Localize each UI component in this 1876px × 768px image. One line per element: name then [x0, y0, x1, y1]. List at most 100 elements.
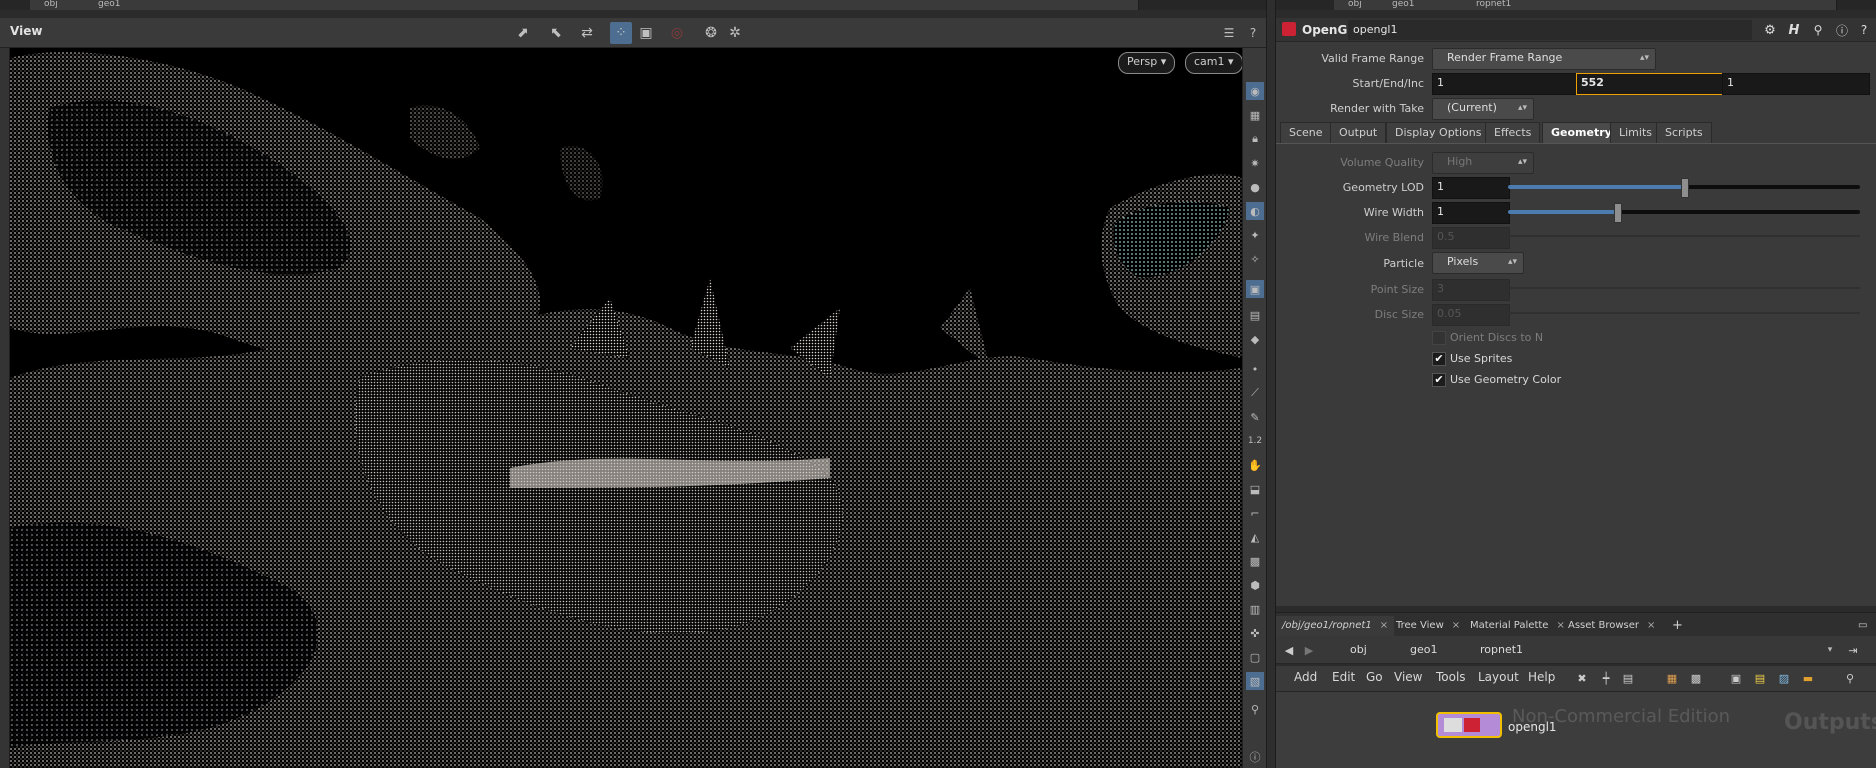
tab-ropnet-network[interactable]: /obj/geo1/ropnet1 ×: [1276, 616, 1395, 636]
tab-output[interactable]: Output: [1330, 122, 1387, 145]
transform-tool-icon[interactable]: ⇄: [576, 22, 598, 44]
image-icon[interactable]: ▨: [1776, 670, 1792, 686]
menu-view[interactable]: View: [1394, 670, 1422, 684]
pin-icon[interactable]: ⇥: [1846, 642, 1860, 658]
top-crumb-geo1-right[interactable]: geo1: [1378, 0, 1473, 10]
lock-icon[interactable]: 🔒︎: [1246, 130, 1264, 148]
folder-icon[interactable]: ▬: [1800, 670, 1816, 686]
menu-layout[interactable]: Layout: [1478, 670, 1519, 684]
crumb-geo1[interactable]: geo1: [1390, 641, 1437, 659]
render-with-take-menu[interactable]: (Current) ▴▾: [1432, 98, 1534, 120]
snapshot-icon[interactable]: ❂: [700, 22, 722, 44]
node-bypass-flag[interactable]: [1444, 718, 1462, 732]
node-name-field[interactable]: opengl1: [1348, 20, 1752, 40]
grid-icon[interactable]: ▩: [1246, 552, 1264, 570]
gear-icon[interactable]: ⚙: [1762, 22, 1778, 38]
point-icon[interactable]: •: [1246, 360, 1264, 378]
top-crumb-ropnet-right[interactable]: ropnet1: [1462, 0, 1837, 10]
add-tab-icon[interactable]: +: [1666, 616, 1689, 636]
stamp-icon[interactable]: ⬓: [1246, 480, 1264, 498]
disc-size-slider[interactable]: [1508, 312, 1860, 314]
edge-icon[interactable]: ⟋: [1246, 384, 1264, 402]
shading-icon[interactable]: ◐: [1246, 202, 1264, 220]
disc-size-field[interactable]: 0.05: [1432, 304, 1510, 326]
select-tool-icon[interactable]: ⬈: [512, 22, 534, 44]
wire-display-icon[interactable]: ▣: [635, 22, 657, 44]
pen-icon[interactable]: ✎: [1246, 408, 1264, 426]
close-icon[interactable]: ×: [1380, 620, 1388, 631]
color-palette-icon[interactable]: ▦: [1664, 670, 1680, 686]
pin-icon[interactable]: ⚲: [1246, 700, 1264, 718]
crumb-ropnet1[interactable]: ropnet1: [1460, 641, 1523, 659]
help-icon[interactable]: ?: [1856, 22, 1872, 38]
orient-discs-checkbox[interactable]: [1432, 331, 1446, 345]
record-icon[interactable]: ◎: [666, 22, 688, 44]
top-crumb-geo1[interactable]: geo1: [84, 0, 1139, 10]
slider-handle[interactable]: [1681, 178, 1689, 198]
point-size-field[interactable]: 3: [1432, 279, 1510, 301]
tab-scene[interactable]: Scene: [1280, 122, 1332, 145]
start-frame-field[interactable]: 1: [1432, 73, 1582, 95]
contour-icon[interactable]: ◭: [1246, 528, 1264, 546]
display-options-icon[interactable]: ▦: [1246, 106, 1264, 124]
close-icon[interactable]: ×: [1452, 620, 1460, 631]
tab-scripts[interactable]: Scripts: [1656, 122, 1712, 145]
wire-blend-slider[interactable]: [1508, 235, 1860, 237]
use-geometry-color-checkbox[interactable]: ✔: [1432, 373, 1446, 387]
info-icon[interactable]: ⓘ: [1246, 748, 1264, 766]
houdini-help-icon[interactable]: H: [1786, 22, 1802, 38]
particle-menu[interactable]: Pixels ▴▾: [1432, 252, 1524, 274]
pane-splitter[interactable]: [1266, 0, 1276, 768]
tab-tree-view[interactable]: Tree View ×: [1390, 616, 1466, 636]
use-sprites-checkbox[interactable]: ✔: [1432, 352, 1446, 366]
geometry-icon[interactable]: ◆: [1246, 330, 1264, 348]
end-frame-field[interactable]: 552: [1576, 73, 1724, 95]
ruler-icon[interactable]: ▥: [1246, 600, 1264, 618]
geometry-lod-field[interactable]: 1: [1432, 177, 1510, 199]
background-icon[interactable]: ▧: [1246, 672, 1264, 690]
camera-view-button[interactable]: Persp ▾: [1118, 52, 1176, 74]
tab-effects[interactable]: Effects: [1485, 122, 1541, 145]
wire-width-field[interactable]: 1: [1432, 202, 1510, 224]
menu-edit[interactable]: Edit: [1332, 670, 1355, 684]
close-icon[interactable]: ×: [1647, 620, 1655, 631]
render-view-icon[interactable]: ▣: [1246, 280, 1264, 298]
settings-icon[interactable]: ✲: [724, 22, 746, 44]
tab-limits[interactable]: Limits: [1610, 122, 1661, 145]
menu-add[interactable]: Add: [1294, 670, 1317, 684]
search-icon[interactable]: ⚲: [1842, 670, 1858, 686]
brush-icon[interactable]: ✋: [1246, 456, 1264, 474]
forward-arrow-icon[interactable]: ▶: [1302, 642, 1316, 658]
move-tool-icon[interactable]: ⬉: [545, 22, 567, 44]
back-arrow-icon[interactable]: ◀: [1282, 642, 1296, 658]
point-size-slider[interactable]: [1508, 287, 1860, 289]
wire-width-slider[interactable]: [1508, 203, 1860, 223]
viewport[interactable]: [10, 48, 1242, 768]
tab-material-palette[interactable]: Material Palette ×: [1464, 616, 1571, 636]
layout-icon[interactable]: ┿: [1598, 670, 1614, 686]
tab-asset-browser[interactable]: Asset Browser ×: [1562, 616, 1661, 636]
opengl-node[interactable]: [1436, 712, 1502, 738]
light-link-icon[interactable]: ✧: [1246, 250, 1264, 268]
menu-tools[interactable]: Tools: [1436, 670, 1466, 684]
geometry-lod-slider[interactable]: [1508, 178, 1860, 198]
cube-icon[interactable]: ⬢: [1246, 576, 1264, 594]
corner-icon[interactable]: ⌐: [1246, 504, 1264, 522]
pane-menu-icon[interactable]: ▭: [1852, 616, 1873, 636]
slider-handle[interactable]: [1614, 203, 1623, 223]
ghost-icon[interactable]: ✷: [1246, 154, 1264, 172]
camera-icon[interactable]: ◉: [1246, 82, 1264, 100]
sticky-note-icon[interactable]: ▤: [1752, 670, 1768, 686]
network-box-icon[interactable]: ▣: [1728, 670, 1744, 686]
wire-blend-field[interactable]: 0.5: [1432, 227, 1510, 249]
menu-go[interactable]: Go: [1366, 670, 1383, 684]
tab-geometry[interactable]: Geometry: [1542, 122, 1621, 145]
sphere-icon[interactable]: ●: [1246, 178, 1264, 196]
chevron-down-icon[interactable]: ▾: [1824, 642, 1836, 658]
texture-icon[interactable]: ▤: [1246, 306, 1264, 324]
help-icon[interactable]: ?: [1242, 22, 1264, 44]
list-icon[interactable]: ▤: [1620, 670, 1636, 686]
wrench-icon[interactable]: ✖: [1574, 670, 1590, 686]
crumb-obj[interactable]: obj: [1330, 641, 1367, 659]
shape-palette-icon[interactable]: ▩: [1688, 670, 1704, 686]
